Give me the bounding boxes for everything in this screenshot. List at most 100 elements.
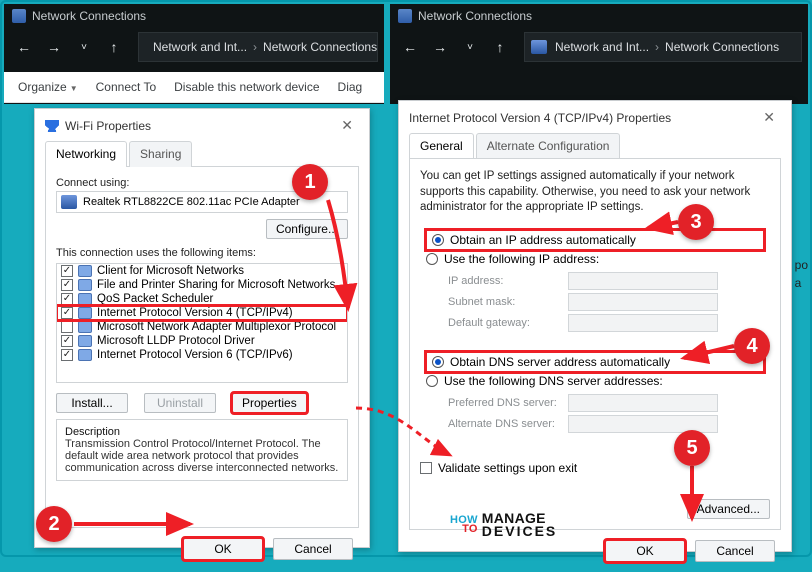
ip-address-field xyxy=(568,272,718,290)
diagnose-button[interactable]: Diag xyxy=(338,80,363,94)
items-list[interactable]: Client for Microsoft Networks File and P… xyxy=(56,263,348,383)
validate-checkbox[interactable]: Validate settings upon exit xyxy=(420,459,770,477)
radio-icon xyxy=(432,356,444,368)
back-button[interactable]: ← xyxy=(10,33,38,61)
crumb-1[interactable]: Network and Int... xyxy=(153,40,247,54)
protocol-icon xyxy=(78,349,92,361)
network-icon xyxy=(12,9,26,23)
breadcrumb[interactable]: Network and Int... › Network Connections xyxy=(524,32,802,62)
radio-icon xyxy=(432,234,444,246)
list-item-ipv4: Internet Protocol Version 4 (TCP/IPv4) xyxy=(57,306,347,320)
protocol-icon xyxy=(78,321,92,333)
radio-auto-ip[interactable]: Obtain an IP address automatically xyxy=(426,230,764,250)
subnet-field xyxy=(568,293,718,311)
tab-general[interactable]: General xyxy=(409,133,474,159)
checkbox[interactable] xyxy=(61,279,73,291)
protocol-icon xyxy=(78,279,92,291)
explorer-window-left: Network Connections ← → ˅ ↑ Network and … xyxy=(4,4,384,104)
items-label: This connection uses the following items… xyxy=(56,247,348,259)
up-button[interactable]: ↑ xyxy=(100,33,128,61)
list-item: QoS Packet Scheduler xyxy=(57,292,347,306)
alt-dns-label: Alternate DNS server: xyxy=(448,418,558,430)
checkbox[interactable] xyxy=(420,462,432,474)
list-item: Internet Protocol Version 6 (TCP/IPv6) xyxy=(57,348,347,362)
checkbox[interactable] xyxy=(61,349,73,361)
install-button[interactable]: Install... xyxy=(56,393,128,413)
annotation-3: 3 xyxy=(678,204,714,240)
tab-sharing[interactable]: Sharing xyxy=(129,141,192,167)
gateway-field xyxy=(568,314,718,332)
forward-button[interactable]: → xyxy=(426,33,454,61)
radio-icon xyxy=(426,375,438,387)
dialog-title: Wi-Fi Properties xyxy=(65,119,151,133)
pref-dns-label: Preferred DNS server: xyxy=(448,397,558,409)
recent-button[interactable]: ˅ xyxy=(70,33,98,61)
folder-icon xyxy=(531,40,547,54)
crumb-2[interactable]: Network Connections xyxy=(665,40,779,54)
list-item: Microsoft LLDP Protocol Driver xyxy=(57,334,347,348)
breadcrumb[interactable]: Network and Int... › Network Connections xyxy=(138,32,378,62)
ip-fields: IP address: Subnet mask: Default gateway… xyxy=(448,272,764,332)
forward-button[interactable]: → xyxy=(40,33,68,61)
cropped-text: po a xyxy=(795,256,808,292)
disable-device-button[interactable]: Disable this network device xyxy=(174,80,319,94)
checkbox[interactable] xyxy=(61,293,73,305)
close-button[interactable]: ✕ xyxy=(335,115,359,136)
adapter-name: Realtek RTL8822CE 802.11ac PCIe Adapter xyxy=(83,196,300,208)
tab-networking[interactable]: Networking xyxy=(45,141,127,167)
recent-button[interactable]: ˅ xyxy=(456,33,484,61)
cancel-button[interactable]: Cancel xyxy=(695,540,775,562)
annotation-2: 2 xyxy=(36,506,72,542)
protocol-icon xyxy=(78,293,92,305)
protocol-icon xyxy=(78,265,92,277)
radio-icon xyxy=(426,253,438,265)
organize-menu[interactable]: Organize▼ xyxy=(18,80,78,94)
crumb-2[interactable]: Network Connections xyxy=(263,40,377,54)
connect-to-button[interactable]: Connect To xyxy=(96,80,157,94)
advanced-button[interactable]: Advanced... xyxy=(687,499,770,519)
radio-use-dns[interactable]: Use the following DNS server addresses: xyxy=(426,372,764,390)
gateway-label: Default gateway: xyxy=(448,317,558,329)
list-item: Microsoft Network Adapter Multiplexor Pr… xyxy=(57,320,347,334)
crumb-1[interactable]: Network and Int... xyxy=(555,40,649,54)
wifi-icon xyxy=(45,120,59,132)
checkbox[interactable] xyxy=(61,335,73,347)
configure-button[interactable]: Configure... xyxy=(266,219,348,239)
back-button[interactable]: ← xyxy=(396,33,424,61)
checkbox[interactable] xyxy=(61,265,73,277)
window-title: Network Connections xyxy=(418,9,532,23)
toolbar: Organize▼ Connect To Disable this networ… xyxy=(4,72,384,103)
window-title: Network Connections xyxy=(32,9,146,23)
subnet-label: Subnet mask: xyxy=(448,296,558,308)
protocol-icon xyxy=(78,307,92,319)
chevron-right-icon: › xyxy=(253,40,257,54)
dns-fields: Preferred DNS server: Alternate DNS serv… xyxy=(448,394,764,433)
annotation-4: 4 xyxy=(734,328,770,364)
ipv4-properties-dialog: Internet Protocol Version 4 (TCP/IPv4) P… xyxy=(398,100,792,552)
info-text: You can get IP settings assigned automat… xyxy=(420,169,770,216)
list-item: File and Printer Sharing for Microsoft N… xyxy=(57,278,347,292)
properties-button[interactable]: Properties xyxy=(232,393,307,413)
uninstall-button: Uninstall xyxy=(144,393,216,413)
description-text: Transmission Control Protocol/Internet P… xyxy=(65,438,339,474)
checkbox[interactable] xyxy=(61,307,73,319)
radio-use-ip[interactable]: Use the following IP address: xyxy=(426,250,764,268)
explorer-window-right: Network Connections ← → ˅ ↑ Network and … xyxy=(390,4,808,104)
protocol-icon xyxy=(78,335,92,347)
brand-logo: HOW TO MANAGE DEVICES xyxy=(450,512,557,539)
description-box: Description Transmission Control Protoco… xyxy=(56,419,348,481)
radio-auto-dns[interactable]: Obtain DNS server address automatically xyxy=(426,352,764,372)
tab-alternate[interactable]: Alternate Configuration xyxy=(476,133,621,159)
chevron-right-icon: › xyxy=(655,40,659,54)
dialog-title: Internet Protocol Version 4 (TCP/IPv4) P… xyxy=(409,111,671,125)
description-heading: Description xyxy=(65,426,339,438)
checkbox[interactable] xyxy=(61,321,73,333)
up-button[interactable]: ↑ xyxy=(486,33,514,61)
list-item: Client for Microsoft Networks xyxy=(57,264,347,278)
annotation-5: 5 xyxy=(674,430,710,466)
network-icon xyxy=(398,9,412,23)
pref-dns-field xyxy=(568,394,718,412)
adapter-icon xyxy=(61,195,77,209)
ok-button[interactable]: OK xyxy=(605,540,685,562)
close-button[interactable]: ✕ xyxy=(757,107,781,128)
